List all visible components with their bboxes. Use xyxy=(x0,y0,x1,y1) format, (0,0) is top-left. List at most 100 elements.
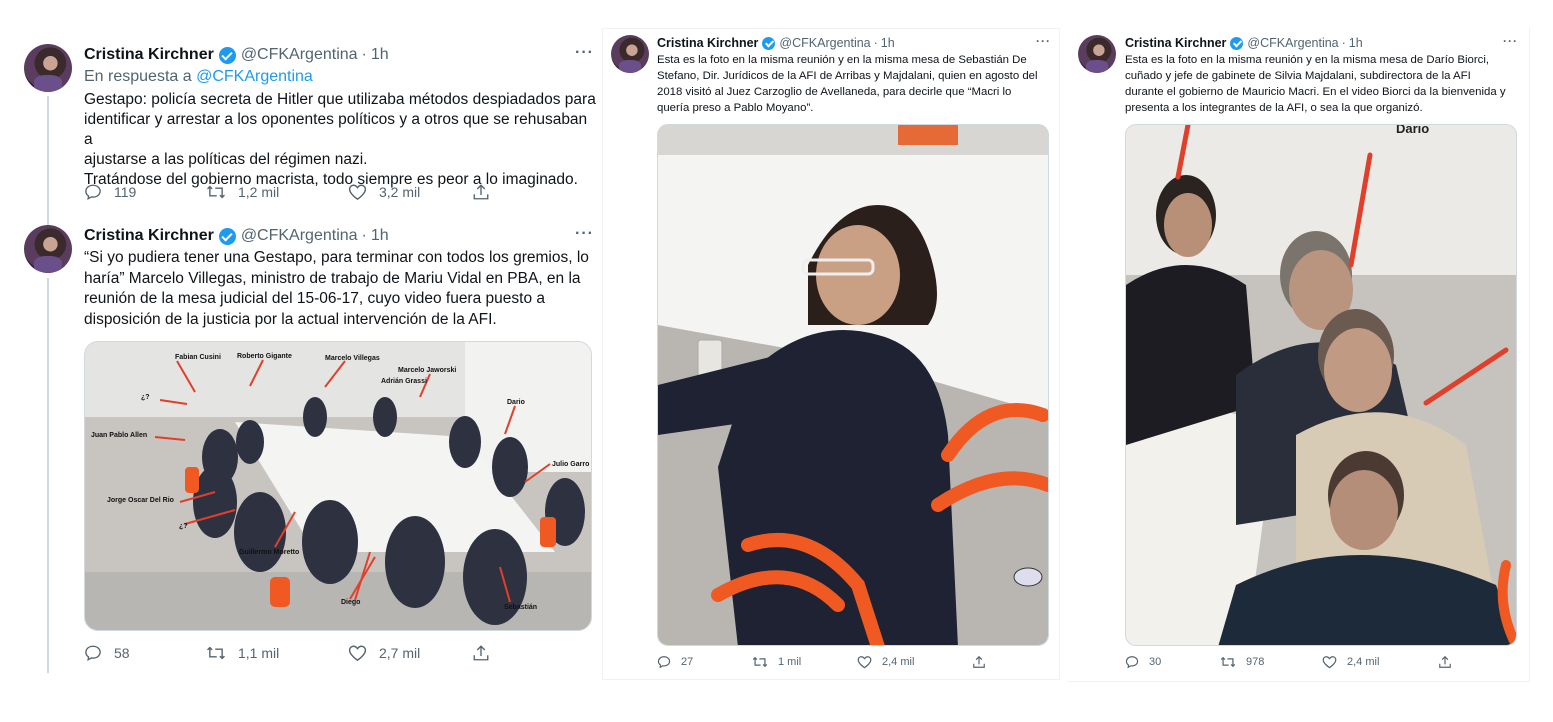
tweet-header: Cristina Kirchner @CFKArgentina · 1h xyxy=(1125,35,1363,51)
photo-label: Dario xyxy=(507,399,525,406)
author-handle[interactable]: @CFKArgentina xyxy=(779,36,870,50)
reply-button[interactable]: 58 xyxy=(84,644,206,662)
heart-icon xyxy=(857,656,872,669)
photo-label: Sebastián xyxy=(504,604,537,611)
retweet-count: 978 xyxy=(1246,656,1265,668)
tweet-text-line: presenta a los integrantes de la AFI, o … xyxy=(1125,102,1423,114)
separator: · xyxy=(1341,36,1346,50)
tweet-photo-meeting[interactable]: Fabian Cusini Roberto Gigante Marcelo Vi… xyxy=(84,341,592,631)
reply-count: 27 xyxy=(681,656,694,668)
retweet-icon xyxy=(752,656,768,668)
avatar[interactable] xyxy=(24,44,72,92)
share-icon xyxy=(473,645,489,661)
tweet-text-line: Esta es la foto en la misma reunión y en… xyxy=(657,54,1027,66)
thread-line xyxy=(47,96,49,226)
reply-count: 30 xyxy=(1149,656,1162,668)
tweet-actions: 119 1,2 mil 3,2 mil xyxy=(84,183,490,201)
retweet-button[interactable]: 1,1 mil xyxy=(206,644,348,662)
share-button[interactable] xyxy=(472,644,490,662)
tweet-actions: 27 1 mil 2,4 mil xyxy=(657,655,986,669)
avatar[interactable] xyxy=(611,35,649,73)
photo-label: Marcelo Jaworski xyxy=(398,367,456,374)
tweet-text: Esta es la foto en la misma reunión y en… xyxy=(1125,52,1525,116)
like-button[interactable]: 2,4 mil xyxy=(1322,655,1438,669)
meeting-closeup-illustration: Dario xyxy=(1126,125,1516,645)
author-name[interactable]: Cristina Kirchner xyxy=(657,36,758,50)
verified-badge-icon xyxy=(218,46,236,64)
tweet-photo-biorci[interactable]: Dario xyxy=(1125,124,1517,646)
retweet-count: 1 mil xyxy=(778,656,802,668)
reply-button[interactable]: 30 xyxy=(1125,655,1220,669)
heart-icon xyxy=(348,645,367,661)
timestamp[interactable]: 1h xyxy=(371,227,389,245)
tweet-text-line: cuñado y jefe de gabinete de Silvia Majd… xyxy=(1125,70,1471,82)
more-options-icon[interactable]: ··· xyxy=(575,44,594,62)
author-name[interactable]: Cristina Kirchner xyxy=(84,46,214,64)
separator: · xyxy=(361,46,367,63)
timestamp[interactable]: 1h xyxy=(881,36,895,50)
avatar[interactable] xyxy=(24,225,72,273)
tweet-header: Cristina Kirchner @CFKArgentina · 1h xyxy=(84,44,389,66)
retweet-icon xyxy=(1220,656,1236,668)
like-count: 2,7 mil xyxy=(379,645,421,661)
timestamp[interactable]: 1h xyxy=(371,46,389,64)
share-icon xyxy=(1439,655,1451,668)
tweet-text-line: “Si yo pudiera tener una Gestapo, para t… xyxy=(84,249,589,266)
tweet-text-line: Esta es la foto en la misma reunión y en… xyxy=(1125,54,1490,66)
timestamp[interactable]: 1h xyxy=(1349,36,1363,50)
share-button[interactable] xyxy=(972,655,986,669)
reply-prefix: En respuesta a xyxy=(84,68,192,85)
share-icon xyxy=(973,655,985,668)
author-name[interactable]: Cristina Kirchner xyxy=(1125,36,1226,50)
more-options-icon[interactable]: ··· xyxy=(1036,34,1051,48)
tweet-text-line: ajustarse a las políticas del régimen na… xyxy=(84,151,368,168)
reply-count: 119 xyxy=(114,184,137,200)
reply-icon xyxy=(85,184,101,201)
thread-line xyxy=(47,278,49,673)
author-handle[interactable]: @CFKArgentina xyxy=(241,46,358,64)
tweet-panel: Cristina Kirchner @CFKArgentina · 1h ···… xyxy=(602,28,1060,680)
photo-label: Jorge Oscar Del Rio xyxy=(107,497,174,504)
reply-icon xyxy=(657,656,671,669)
share-button[interactable] xyxy=(1438,655,1452,669)
retweet-count: 1,1 mil xyxy=(238,645,280,661)
avatar[interactable] xyxy=(1078,35,1116,73)
like-button[interactable]: 2,4 mil xyxy=(857,655,972,669)
tweet-text-line: haría” Marcelo Villegas, ministro de tra… xyxy=(84,269,581,287)
more-options-icon[interactable]: ··· xyxy=(575,225,594,243)
tweet-text-line: reunión de la mesa judicial del 15-06-17… xyxy=(84,290,545,307)
tweet-text-line: 2018 visitó al Juez Carzoglio de Avellan… xyxy=(657,86,1012,98)
tweet-header: Cristina Kirchner @CFKArgentina · 1h xyxy=(657,35,895,51)
photo-label: Guillermo Moretto xyxy=(239,549,299,556)
heart-icon xyxy=(1322,656,1337,669)
tweet-text-line: quería preso a Pablo Moyano”. xyxy=(657,102,814,114)
tweet-text: “Si yo pudiera tener una Gestapo, para t… xyxy=(84,248,596,330)
reply-handle-link[interactable]: @CFKArgentina xyxy=(196,68,313,85)
retweet-icon xyxy=(207,185,225,199)
like-button[interactable]: 3,2 mil xyxy=(348,183,472,201)
tweet-photo-man[interactable] xyxy=(657,124,1049,646)
separator: · xyxy=(361,227,367,244)
author-handle[interactable]: @CFKArgentina xyxy=(1247,36,1338,50)
author-name[interactable]: Cristina Kirchner xyxy=(84,227,214,245)
tweet-text-line: disposición de la justicia por la actual… xyxy=(84,310,497,328)
man-at-table-illustration xyxy=(658,125,1048,645)
reply-count: 58 xyxy=(114,645,130,661)
retweet-button[interactable]: 978 xyxy=(1220,655,1322,669)
retweet-button[interactable]: 1 mil xyxy=(752,655,857,669)
reply-button[interactable]: 119 xyxy=(84,183,206,201)
retweet-button[interactable]: 1,2 mil xyxy=(206,183,348,201)
photo-label: Fabian Cusini xyxy=(175,354,221,361)
like-button[interactable]: 2,7 mil xyxy=(348,644,472,662)
tweet-actions: 58 1,1 mil 2,7 mil xyxy=(84,644,490,662)
meeting-photo-illustration: Fabian Cusini Roberto Gigante Marcelo Vi… xyxy=(85,342,591,630)
reply-button[interactable]: 27 xyxy=(657,655,752,669)
share-button[interactable] xyxy=(472,183,490,201)
more-options-icon[interactable]: ··· xyxy=(1503,34,1518,48)
photo-label: Julio Garro xyxy=(552,461,589,468)
like-count: 3,2 mil xyxy=(379,184,421,200)
author-handle[interactable]: @CFKArgentina xyxy=(241,227,358,245)
tweet-text-line: durante el gobierno de Mauricio Macri. E… xyxy=(1125,86,1506,98)
tweet-text-line: identificar y arrestar a los oponentes p… xyxy=(84,111,588,148)
share-icon xyxy=(473,184,489,200)
